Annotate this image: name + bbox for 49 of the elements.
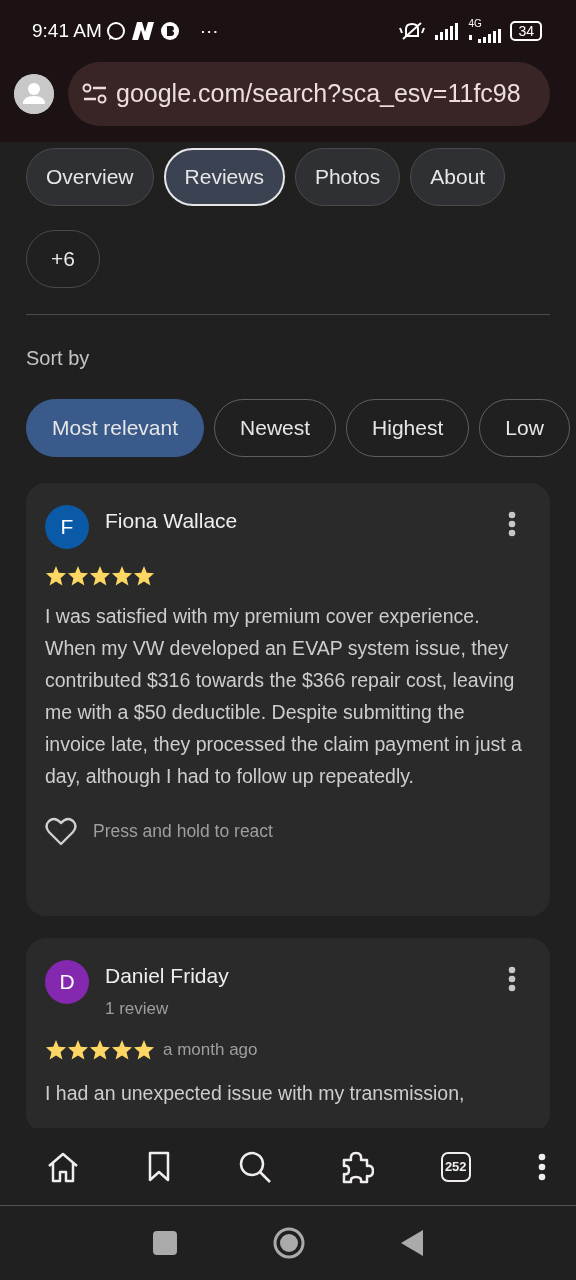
star-icon [89,565,111,586]
avatar: F [45,505,89,549]
site-settings-icon[interactable] [82,83,108,105]
url-text: google.com/search?sca_esv=11fc98 [116,78,521,110]
star-icon [111,565,133,586]
app-icon [159,21,180,41]
reviewer-name: Daniel Friday [105,963,230,989]
address-bar[interactable]: google.com/search?sca_esv=11fc98 [68,62,550,126]
bookmark-icon[interactable] [147,1150,172,1183]
signal-icon [468,29,503,43]
profile-icon[interactable] [14,74,54,114]
star-icon [89,1039,111,1061]
star-icon [111,1039,133,1061]
home-icon[interactable] [46,1150,80,1183]
avatar: D [45,960,89,1004]
sort-chip[interactable]: Most relevant [26,399,205,457]
star-icon [45,565,67,586]
home-button[interactable] [273,1227,305,1259]
star-icon [133,565,155,586]
react-hint: Press and hold to react [93,819,273,843]
battery-level: 34 [510,21,542,41]
tab[interactable]: Overview [26,148,154,206]
tab[interactable]: Reviews [163,148,285,206]
signal-icon [434,22,461,40]
review-text: I was satisfied with my premium cover experience. When my VW developed an EVAP system issue, they contributed $316 towards the $366 repair cost, leaving me with a $50 deductible. Despite submitting the invoice late, they processed the claim payment in just a day, although I had to follow up repeatedly. [45,604,523,789]
star-icon [67,1039,89,1061]
review-count: 1 review [105,997,170,1020]
back-button[interactable] [401,1230,423,1256]
more-notifications: ··· [199,18,219,43]
more-options-icon[interactable] [508,511,516,537]
sort-label: Sort by [26,346,91,371]
search-icon[interactable] [238,1149,273,1184]
tab[interactable]: Photos [294,148,401,206]
reviewer-name: Fiona Wallace [105,508,239,534]
app-icon [129,21,156,41]
review-text: I had an unexpected issue with my transmission, [45,1080,466,1106]
star-icon [45,1039,67,1061]
status-time: 9:41 AM [32,18,102,43]
chat-icon [105,21,126,41]
star-icon [67,565,89,586]
star-icon [133,1039,155,1061]
review-time: a month ago [163,1039,258,1061]
more-options-icon[interactable] [537,1152,546,1181]
more-options-icon[interactable] [508,966,516,992]
mute-icon [398,21,427,41]
network-type: 4G [468,19,482,29]
heart-icon[interactable] [45,816,77,846]
tab[interactable]: About [410,148,506,206]
tab-count[interactable]: 252 [440,1151,471,1182]
